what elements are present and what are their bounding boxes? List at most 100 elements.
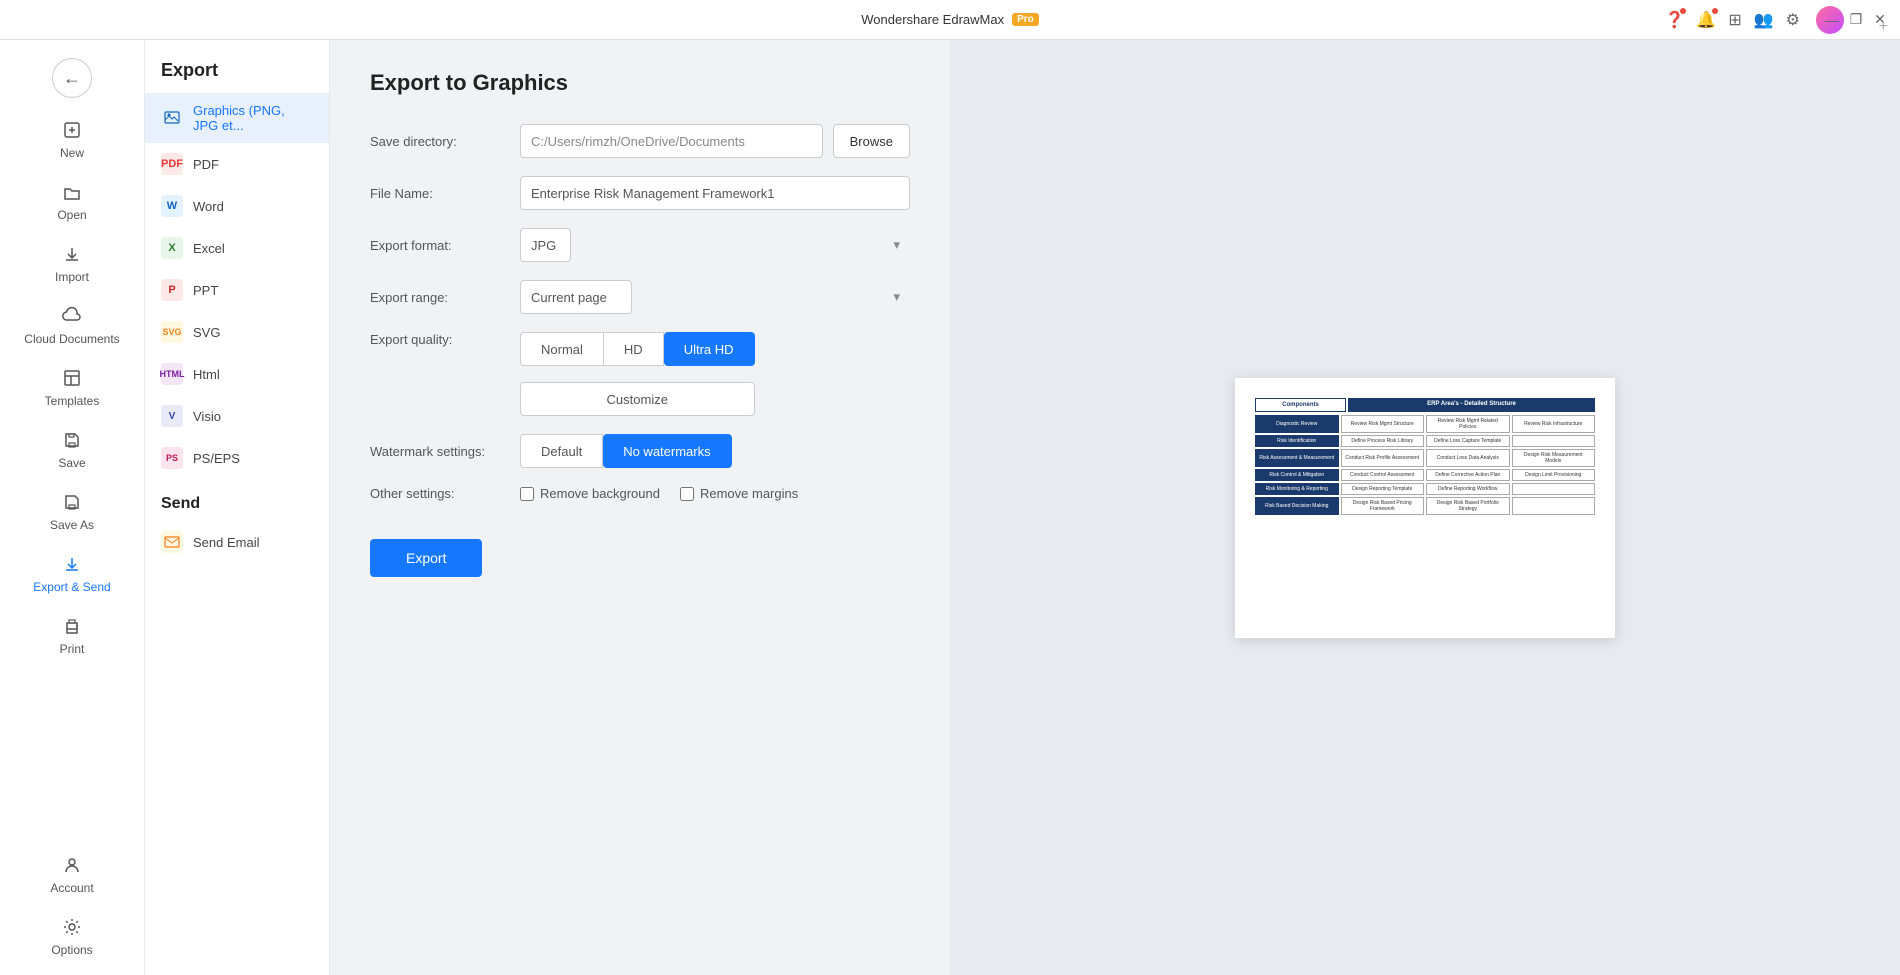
export-form-panel: Export to Graphics Save directory: Brows… xyxy=(330,40,950,975)
export-format-label: Export format: xyxy=(370,238,510,253)
graphics-icon xyxy=(161,107,183,129)
graphics-label: Graphics (PNG, JPG et... xyxy=(193,103,313,133)
email-icon xyxy=(161,531,183,553)
export-format-row: Export format: JPG PNG BMP TIFF SVG xyxy=(370,228,910,262)
sidebar-item-templates[interactable]: Templates xyxy=(0,356,144,418)
save-directory-input[interactable] xyxy=(520,124,823,158)
save-directory-row: Save directory: Browse xyxy=(370,124,910,158)
export-range-select[interactable]: Current page All pages Selected pages xyxy=(520,280,632,314)
export-range-row: Export range: Current page All pages Sel… xyxy=(370,280,910,314)
html-icon: HTML xyxy=(161,363,183,385)
diag-cell: Risk Assessment & Measurement xyxy=(1255,449,1339,467)
export-item-visio[interactable]: V Visio xyxy=(145,395,329,437)
help-icon[interactable]: ❓ xyxy=(1664,10,1684,30)
diag-cell: Define Corrective Action Plan xyxy=(1426,469,1510,481)
diagram-preview: Components ERP Area's - Detailed Structu… xyxy=(1235,378,1615,638)
diag-cell: Risk Monitoring & Reporting xyxy=(1255,483,1339,495)
browse-button[interactable]: Browse xyxy=(833,124,910,158)
export-item-excel[interactable]: X Excel xyxy=(145,227,329,269)
export-item-word[interactable]: W Word xyxy=(145,185,329,227)
export-item-pdf[interactable]: PDF PDF xyxy=(145,143,329,185)
ppt-icon: P xyxy=(161,279,183,301)
sidebar-bottom: Account Options xyxy=(0,843,144,967)
quality-hd-btn[interactable]: HD xyxy=(604,332,664,366)
quality-section: Normal HD Ultra HD Customize xyxy=(520,332,755,416)
watermark-row: Watermark settings: Default No watermark… xyxy=(370,434,910,468)
excel-icon: X xyxy=(161,237,183,259)
diag-cell: Define Loss Capture Template xyxy=(1426,435,1510,447)
send-email-item[interactable]: Send Email xyxy=(145,521,329,563)
sidebar-item-cloud[interactable]: Cloud Documents xyxy=(0,294,144,356)
account-icon xyxy=(60,853,84,877)
sidebar-item-print[interactable]: Print xyxy=(0,604,144,666)
email-label: Send Email xyxy=(193,535,259,550)
svg-label: SVG xyxy=(193,325,220,340)
word-icon: W xyxy=(161,195,183,217)
watermark-none-btn[interactable]: No watermarks xyxy=(603,434,731,468)
diag-cell: Diagnostic Review xyxy=(1255,415,1339,433)
export-item-graphics[interactable]: Graphics (PNG, JPG et... xyxy=(145,93,329,143)
svg-icon: SVG xyxy=(161,321,183,343)
pdf-icon: PDF xyxy=(161,153,183,175)
quality-normal-btn[interactable]: Normal xyxy=(520,332,604,366)
main-content: Export to Graphics Save directory: Brows… xyxy=(330,40,1900,975)
ppt-label: PPT xyxy=(193,283,218,298)
remove-margins-input[interactable] xyxy=(680,487,694,501)
quality-buttons: Normal HD Ultra HD xyxy=(520,332,755,366)
diag-cell: Risk Identification xyxy=(1255,435,1339,447)
preview-panel: Components ERP Area's - Detailed Structu… xyxy=(950,40,1900,975)
sidebar-item-open[interactable]: Open xyxy=(0,170,144,232)
remove-background-checkbox[interactable]: Remove background xyxy=(520,486,660,501)
word-label: Word xyxy=(193,199,224,214)
grid-icon[interactable]: ⊞ xyxy=(1728,10,1741,30)
sidebar-item-save[interactable]: Save xyxy=(0,418,144,480)
file-name-label: File Name: xyxy=(370,186,510,201)
export-range-label: Export range: xyxy=(370,290,510,305)
export-format-select[interactable]: JPG PNG BMP TIFF SVG xyxy=(520,228,571,262)
diagram-col1-header: Components xyxy=(1255,398,1346,412)
export-item-ppt[interactable]: P PPT xyxy=(145,269,329,311)
file-name-input[interactable] xyxy=(520,176,910,210)
diag-cell: Review Risk Mgmt Related Policies xyxy=(1426,415,1510,433)
export-form-title: Export to Graphics xyxy=(370,70,910,96)
export-item-html[interactable]: HTML Html xyxy=(145,353,329,395)
export-item-pseps[interactable]: PS PS/EPS xyxy=(145,437,329,479)
mini-diagram: Components ERP Area's - Detailed Structu… xyxy=(1255,398,1595,618)
remove-background-input[interactable] xyxy=(520,487,534,501)
back-button[interactable]: ← xyxy=(52,58,92,98)
minimize-btn[interactable]: — xyxy=(1824,12,1840,28)
diag-cell: Define Reporting Workflow xyxy=(1426,483,1510,495)
diagram-row-6: Risk Based Decision Making Design Risk B… xyxy=(1255,497,1595,515)
sidebar-item-saveas[interactable]: Save As xyxy=(0,480,144,542)
export-range-wrapper: Current page All pages Selected pages xyxy=(520,280,910,314)
import-icon xyxy=(60,242,84,266)
diag-cell: Conduct Risk Profile Assessment xyxy=(1341,449,1425,467)
sidebar-item-new[interactable]: New + xyxy=(0,108,144,170)
watermark-default-btn[interactable]: Default xyxy=(520,434,603,468)
export-quality-label: Export quality: xyxy=(370,332,510,347)
diag-cell xyxy=(1512,497,1596,515)
quality-ultrahd-btn[interactable]: Ultra HD xyxy=(664,332,755,366)
sidebar-item-import[interactable]: Import xyxy=(0,232,144,294)
customize-button[interactable]: Customize xyxy=(520,382,755,416)
send-section-title: Send xyxy=(145,479,329,521)
app-title: Wondershare EdrawMax Pro xyxy=(861,12,1039,27)
sidebar-item-export[interactable]: Export & Send xyxy=(0,542,144,604)
maximize-btn[interactable]: ❐ xyxy=(1848,12,1864,28)
sidebar-item-options[interactable]: Options xyxy=(0,905,144,967)
export-format-wrapper: JPG PNG BMP TIFF SVG xyxy=(520,228,910,262)
community-icon[interactable]: 👥 xyxy=(1754,10,1774,30)
export-sidebar-title: Export xyxy=(145,40,329,93)
export-button[interactable]: Export xyxy=(370,539,482,577)
export-item-svg[interactable]: SVG SVG xyxy=(145,311,329,353)
left-sidebar: ← New + Open Import Cloud Documents xyxy=(0,40,145,975)
watermark-buttons: Default No watermarks xyxy=(520,434,910,468)
sidebar-item-account[interactable]: Account xyxy=(0,843,144,905)
remove-margins-checkbox[interactable]: Remove margins xyxy=(680,486,798,501)
export-type-sidebar: Export Graphics (PNG, JPG et... PDF PDF … xyxy=(145,40,330,975)
export-quality-row: Export quality: Normal HD Ultra HD Custo… xyxy=(370,332,910,416)
checkbox-row: Remove background Remove margins xyxy=(520,486,910,501)
diag-cell: Review Risk Infrastructure xyxy=(1512,415,1596,433)
notification-icon[interactable]: 🔔 xyxy=(1696,10,1716,30)
settings-icon[interactable]: ⚙ xyxy=(1786,10,1800,30)
